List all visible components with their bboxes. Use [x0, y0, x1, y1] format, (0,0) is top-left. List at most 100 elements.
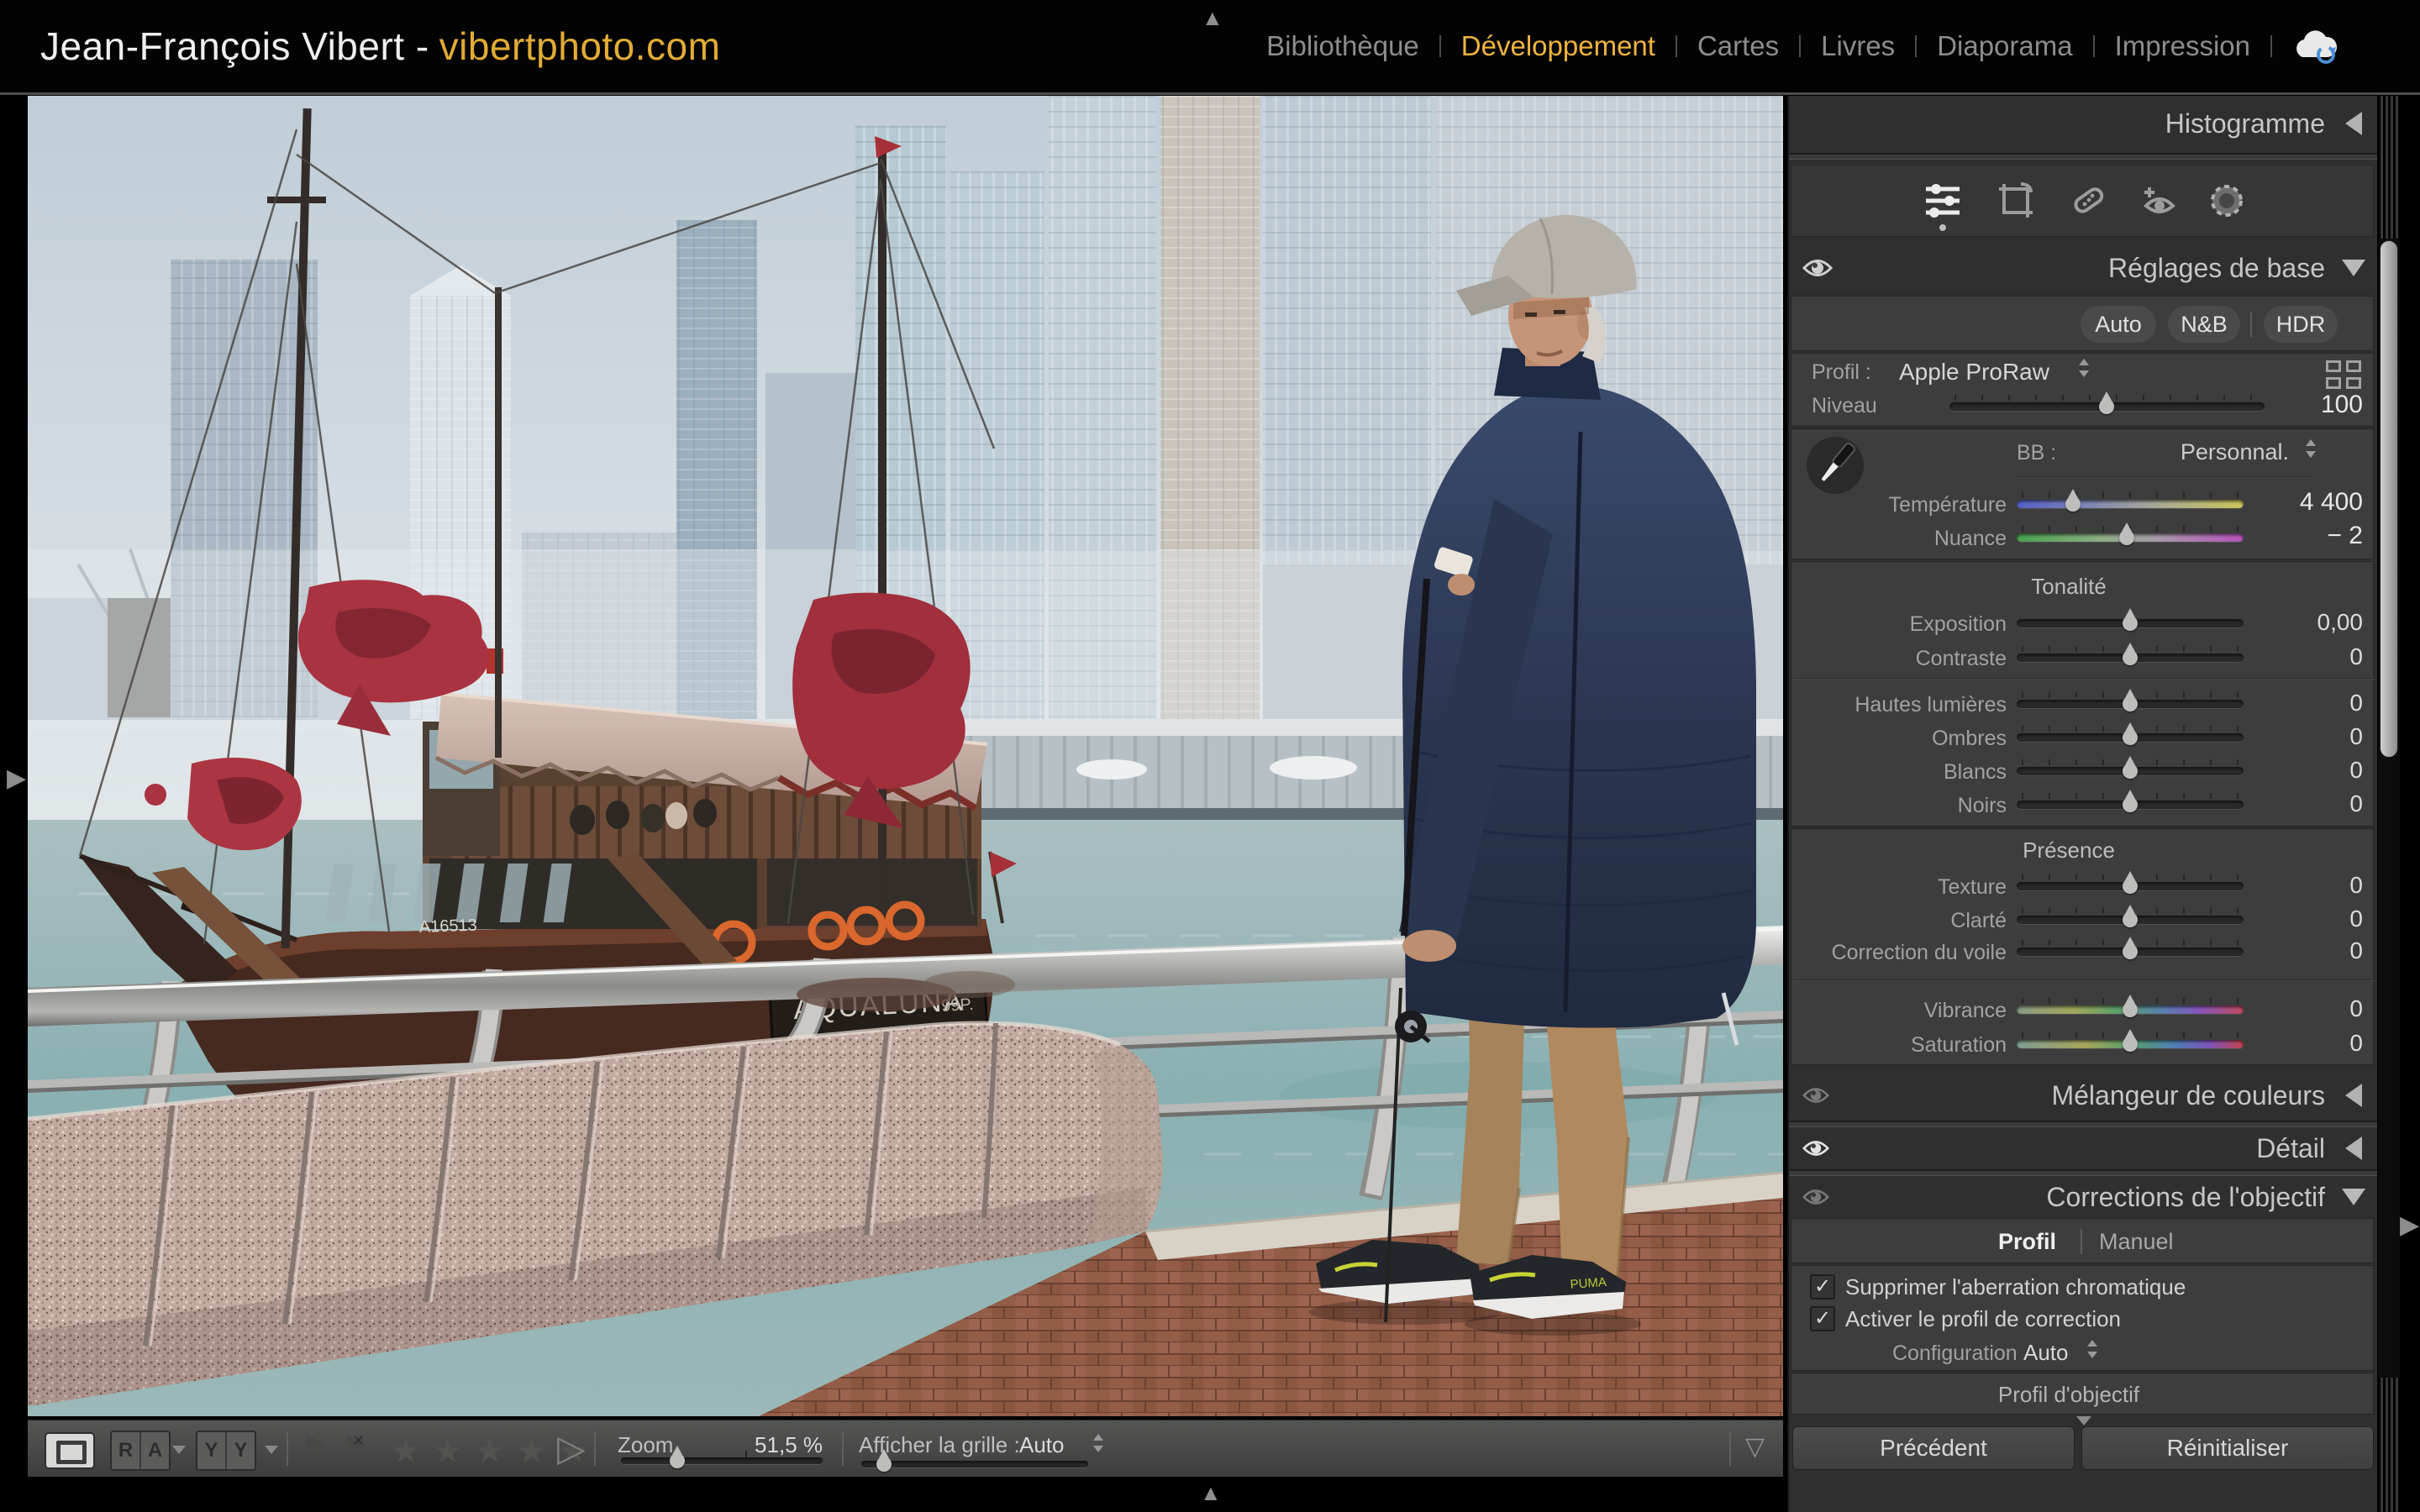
left-panel-reveal-icon[interactable]: ▶	[7, 766, 26, 791]
chromatic-aberration-checkbox[interactable]	[1810, 1274, 1835, 1299]
temp-value: 4 400	[2260, 488, 2363, 517]
grid-value[interactable]: Auto	[1019, 1432, 1078, 1458]
basic-panel-header[interactable]: Réglages de base	[1789, 245, 2377, 291]
photo-canvas[interactable]: AQUALUNA 99P. 張保仔 A16513	[28, 96, 1783, 1416]
grid-spinner-icon[interactable]	[1092, 1432, 1105, 1454]
panel-scrollbar[interactable]	[2378, 96, 2400, 1512]
panel-switch-eye-icon[interactable]	[1802, 1085, 1829, 1105]
temp-label: Température	[1791, 493, 2007, 517]
contrast-slider[interactable]	[2017, 654, 2244, 662]
whites-slider[interactable]	[2017, 767, 2244, 775]
slider-label: Vibrance	[1791, 999, 2007, 1023]
tab-manuel[interactable]: Manuel	[2099, 1229, 2174, 1255]
profile-spinner-icon[interactable]	[2077, 357, 2091, 379]
module-separator	[1799, 35, 1801, 57]
scrollbar-thumb[interactable]	[2380, 240, 2398, 758]
lens-profile-group: Profil d'objectif	[1791, 1373, 2374, 1415]
eyedropper-icon[interactable]	[1800, 434, 1870, 496]
vibrance-slider[interactable]	[2017, 1005, 2244, 1014]
survey-dropdown-icon[interactable]	[265, 1446, 278, 1454]
profile-correction-checkbox[interactable]	[1810, 1306, 1835, 1331]
masking-icon[interactable]	[2207, 181, 2247, 221]
slider-value: 0	[2260, 872, 2363, 899]
panel-switch-eye-icon[interactable]	[1802, 1138, 1829, 1158]
highlights-slider[interactable]	[2017, 700, 2244, 708]
loupe-view-button[interactable]	[45, 1432, 95, 1469]
detail-header[interactable]: Détail	[1789, 1129, 2377, 1168]
module-cartes[interactable]: Cartes	[1694, 30, 1782, 62]
clarity-slider[interactable]	[2017, 916, 2244, 924]
healing-brush-icon[interactable]	[2068, 181, 2108, 221]
module-impression[interactable]: Impression	[2112, 30, 2254, 62]
amount-slider[interactable]	[1949, 402, 2265, 411]
blacks-slider[interactable]	[2017, 801, 2244, 809]
flag-pick-icon[interactable]: ⚑	[300, 1431, 329, 1468]
module-separator	[2270, 35, 2272, 57]
shadows-slider[interactable]	[2017, 733, 2244, 742]
slider-value: 0	[2260, 1030, 2363, 1057]
wb-value[interactable]: Personnal.	[2171, 439, 2289, 465]
grid-size-slider[interactable]	[861, 1461, 1088, 1467]
tone-title: Tonalité	[1901, 574, 2237, 600]
filmstrip-reveal-icon[interactable]: ▲	[1200, 1482, 1222, 1504]
flag-reject-icon[interactable]: ⚑✕	[340, 1431, 369, 1468]
edit-sliders-icon[interactable]	[1923, 181, 1963, 221]
profile-group: Profil : Apple ProRaw Niveau 100	[1791, 353, 2374, 427]
top-panel-reveal-icon[interactable]: ▲	[1202, 7, 1223, 29]
toolbar-options-icon[interactable]: ▽	[1745, 1432, 1765, 1462]
cloud-sync-icon[interactable]	[2289, 27, 2341, 66]
lens-tabs: Profil Manuel	[1791, 1218, 2374, 1263]
nb-button[interactable]: N&B	[2168, 306, 2240, 343]
panel-switch-eye-icon[interactable]	[1802, 257, 1833, 279]
exposure-slider[interactable]	[2017, 619, 2244, 627]
zoom-slider[interactable]	[621, 1457, 823, 1464]
texture-slider[interactable]	[2017, 882, 2244, 890]
tab-profil[interactable]: Profil	[1998, 1229, 2056, 1255]
histogram-header[interactable]: Histogramme	[1789, 96, 2377, 151]
setup-value[interactable]: Auto	[2023, 1340, 2069, 1366]
reset-button[interactable]: Réinitialiser	[2081, 1426, 2374, 1470]
slider-label: Noirs	[1791, 794, 2007, 818]
module-diaporama[interactable]: Diaporama	[1933, 30, 2075, 62]
wb-label: BB :	[2017, 441, 2075, 465]
right-panel-hide-icon[interactable]: ▶	[2400, 1213, 2419, 1238]
color-mixer-header[interactable]: Mélangeur de couleurs	[1789, 1074, 2377, 1117]
lens-corrections-header[interactable]: Corrections de l'objectif	[1789, 1176, 2377, 1218]
divider	[1791, 979, 2375, 980]
slider-value: 0	[2260, 690, 2363, 717]
previous-button[interactable]: Précédent	[1792, 1426, 2075, 1470]
scrollbar-ribs	[2378, 1378, 2400, 1512]
temp-slider[interactable]	[2017, 500, 2244, 508]
tool-strip	[1791, 165, 2374, 237]
setup-spinner-icon[interactable]	[2086, 1338, 2099, 1360]
slider-value: 0,00	[2260, 609, 2363, 636]
identity-site: vibertphoto.com	[439, 24, 721, 69]
compare-dropdown-icon[interactable]	[172, 1446, 186, 1454]
wb-spinner-icon[interactable]	[2304, 438, 2317, 459]
auto-button[interactable]: Auto	[2081, 306, 2156, 343]
slider-label: Exposition	[1791, 612, 2007, 637]
hdr-button[interactable]: HDR	[2264, 306, 2338, 343]
identity-plate: Jean-François Vibert - vibertphoto.com	[40, 0, 720, 92]
module-developpement[interactable]: Développement	[1458, 30, 1659, 62]
profile-value[interactable]: Apple ProRaw	[1899, 359, 2049, 386]
lens-profile-label: Profil d'objectif	[1901, 1382, 2237, 1408]
zoom-label: Zoom	[618, 1432, 673, 1458]
panel-switch-eye-icon[interactable]	[1802, 1187, 1829, 1207]
survey-y-label: Y	[227, 1432, 255, 1469]
play-icon[interactable]: ▷	[557, 1427, 586, 1470]
survey-y-label: Y	[197, 1432, 227, 1469]
profile-correction-label: Activer le profil de correction	[1845, 1306, 2121, 1332]
crop-icon[interactable]	[1996, 181, 2036, 221]
tint-slider[interactable]	[2017, 533, 2244, 542]
saturation-slider[interactable]	[2017, 1040, 2244, 1048]
module-bibliotheque[interactable]: Bibliothèque	[1263, 30, 1423, 62]
slider-label: Texture	[1791, 875, 2007, 900]
red-eye-icon[interactable]	[2139, 181, 2180, 221]
survey-view-button[interactable]: Y Y	[196, 1431, 256, 1471]
compare-view-button[interactable]: R A	[110, 1431, 171, 1471]
histogram-strip	[1789, 153, 2377, 160]
module-livres[interactable]: Livres	[1818, 30, 1898, 62]
profile-browser-icon[interactable]	[2326, 360, 2361, 389]
dehaze-slider[interactable]	[2017, 948, 2244, 956]
